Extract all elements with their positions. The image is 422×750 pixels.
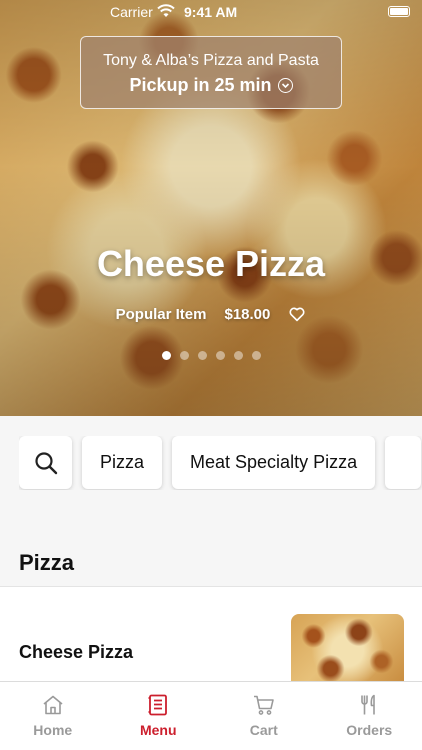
tab-menu[interactable]: Menu bbox=[106, 682, 212, 750]
featured-item-price: $18.00 bbox=[224, 305, 271, 323]
tab-label: Orders bbox=[346, 722, 393, 738]
carousel-dot[interactable] bbox=[179, 351, 189, 360]
featured-item-title: Cheese Pizza bbox=[96, 243, 326, 284]
carrier-label: Carrier bbox=[110, 4, 153, 20]
tab-cart[interactable]: Cart bbox=[211, 682, 317, 750]
restaurant-pickup-selector[interactable]: Tony & Alba’s Pizza and Pasta Pickup in … bbox=[80, 36, 342, 109]
carousel-dot[interactable] bbox=[197, 351, 207, 360]
tab-label: Cart bbox=[249, 722, 278, 738]
featured-item-meta: Popular Item $18.00 bbox=[0, 305, 422, 323]
menu-item-name: Cheese Pizza bbox=[19, 642, 134, 662]
restaurant-name: Tony & Alba’s Pizza and Pasta bbox=[103, 52, 319, 69]
menu-item[interactable]: Cheese Pizza bbox=[0, 587, 422, 687]
menu-item-image bbox=[291, 614, 404, 687]
heart-icon[interactable] bbox=[288, 305, 306, 323]
category-chip-meat-specialty-pizza[interactable]: Meat Specialty Pizza bbox=[172, 436, 376, 489]
clock: 9:41 AM bbox=[184, 4, 238, 20]
home-icon bbox=[43, 695, 63, 715]
category-chip-next[interactable] bbox=[385, 436, 422, 489]
featured-item-tag: Popular Item bbox=[115, 305, 207, 323]
pickup-time-label: Pickup in 25 min bbox=[129, 75, 272, 95]
section-title: Pizza bbox=[19, 550, 75, 575]
tab-bar: Home Menu Cart Orders bbox=[0, 681, 422, 750]
tab-orders[interactable]: Orders bbox=[317, 682, 422, 750]
search-button[interactable] bbox=[19, 436, 72, 489]
search-icon bbox=[34, 451, 57, 474]
chevron-down-icon bbox=[277, 78, 293, 93]
cart-icon bbox=[253, 695, 274, 715]
carousel-dot[interactable] bbox=[233, 351, 243, 360]
tab-label: Home bbox=[33, 722, 73, 738]
carousel-dot[interactable] bbox=[251, 351, 261, 360]
category-chip-pizza[interactable]: Pizza bbox=[82, 436, 163, 489]
tab-label: Menu bbox=[139, 722, 177, 738]
category-filter-bar: Pizza Meat Specialty Pizza bbox=[19, 436, 422, 490]
tab-home[interactable]: Home bbox=[0, 682, 106, 750]
battery-icon bbox=[388, 6, 410, 17]
carousel-dot[interactable] bbox=[161, 351, 171, 360]
wifi-icon bbox=[157, 4, 175, 17]
status-bar: Carrier 9:41 AM bbox=[0, 0, 422, 24]
pickup-time-row: Pickup in 25 min bbox=[81, 75, 341, 96]
carousel-pagination[interactable] bbox=[0, 351, 422, 360]
carousel-dot[interactable] bbox=[215, 351, 225, 360]
fork-knife-icon bbox=[361, 694, 376, 715]
menu-icon bbox=[148, 694, 168, 716]
